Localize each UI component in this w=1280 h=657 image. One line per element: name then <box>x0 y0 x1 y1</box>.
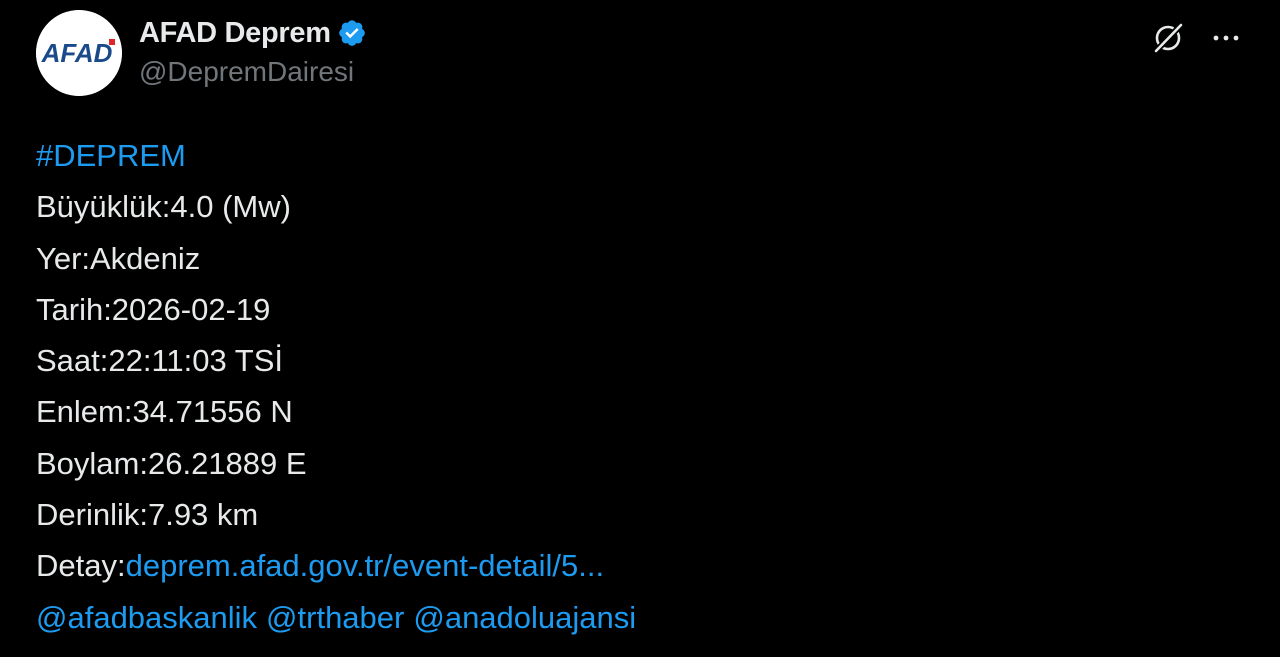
depth-text: Derinlik:7.93 km <box>36 497 259 533</box>
verified-badge-icon[interactable] <box>337 18 367 48</box>
date-text: Tarih:2026-02-19 <box>36 291 271 327</box>
tweet-header: AFAD AFAD Deprem @DepremDairesi <box>36 10 1244 100</box>
display-name-row: AFAD Deprem <box>139 14 367 52</box>
top-actions <box>1150 20 1244 56</box>
time-text: Saat:22:11:03 TSİ <box>36 343 284 379</box>
mention-anadoluajansi[interactable]: @anadoluajansi <box>413 600 636 635</box>
account-names: AFAD Deprem @DepremDairesi <box>139 14 367 88</box>
afad-logo: AFAD <box>36 10 122 96</box>
svg-text:AFAD: AFAD <box>41 38 113 68</box>
mention-afadbaskanlik[interactable]: @afadbaskanlik <box>36 600 257 635</box>
detail-label: Detay: <box>36 548 126 584</box>
mentions-line: @afadbaskanlik @trthaber @anadoluajansi <box>36 592 1236 643</box>
detail-line: Detay:deprem.afad.gov.tr/event-detail/5.… <box>36 540 1236 591</box>
mention-trthaber[interactable]: @trthaber <box>266 600 404 635</box>
location-text: Yer:Akdeniz <box>36 240 201 276</box>
longitude-text: Boylam:26.21889 E <box>36 445 307 481</box>
magnitude-text: Büyüklük:4.0 (Mw) <box>36 189 291 225</box>
detail-link[interactable]: deprem.afad.gov.tr/event-detail/5... <box>126 548 604 583</box>
tweet-text: #DEPREM Büyüklük:4.0 (Mw) Yer:Akdeniz Ta… <box>36 130 1236 643</box>
display-name[interactable]: AFAD Deprem <box>139 17 331 50</box>
grok-icon[interactable] <box>1150 20 1186 56</box>
more-options-icon[interactable] <box>1208 20 1244 56</box>
avatar[interactable]: AFAD <box>36 10 122 96</box>
latitude-text: Enlem:34.71556 N <box>36 394 293 430</box>
account-handle[interactable]: @DepremDairesi <box>139 56 367 88</box>
hashtag-link[interactable]: #DEPREM <box>36 130 1236 181</box>
